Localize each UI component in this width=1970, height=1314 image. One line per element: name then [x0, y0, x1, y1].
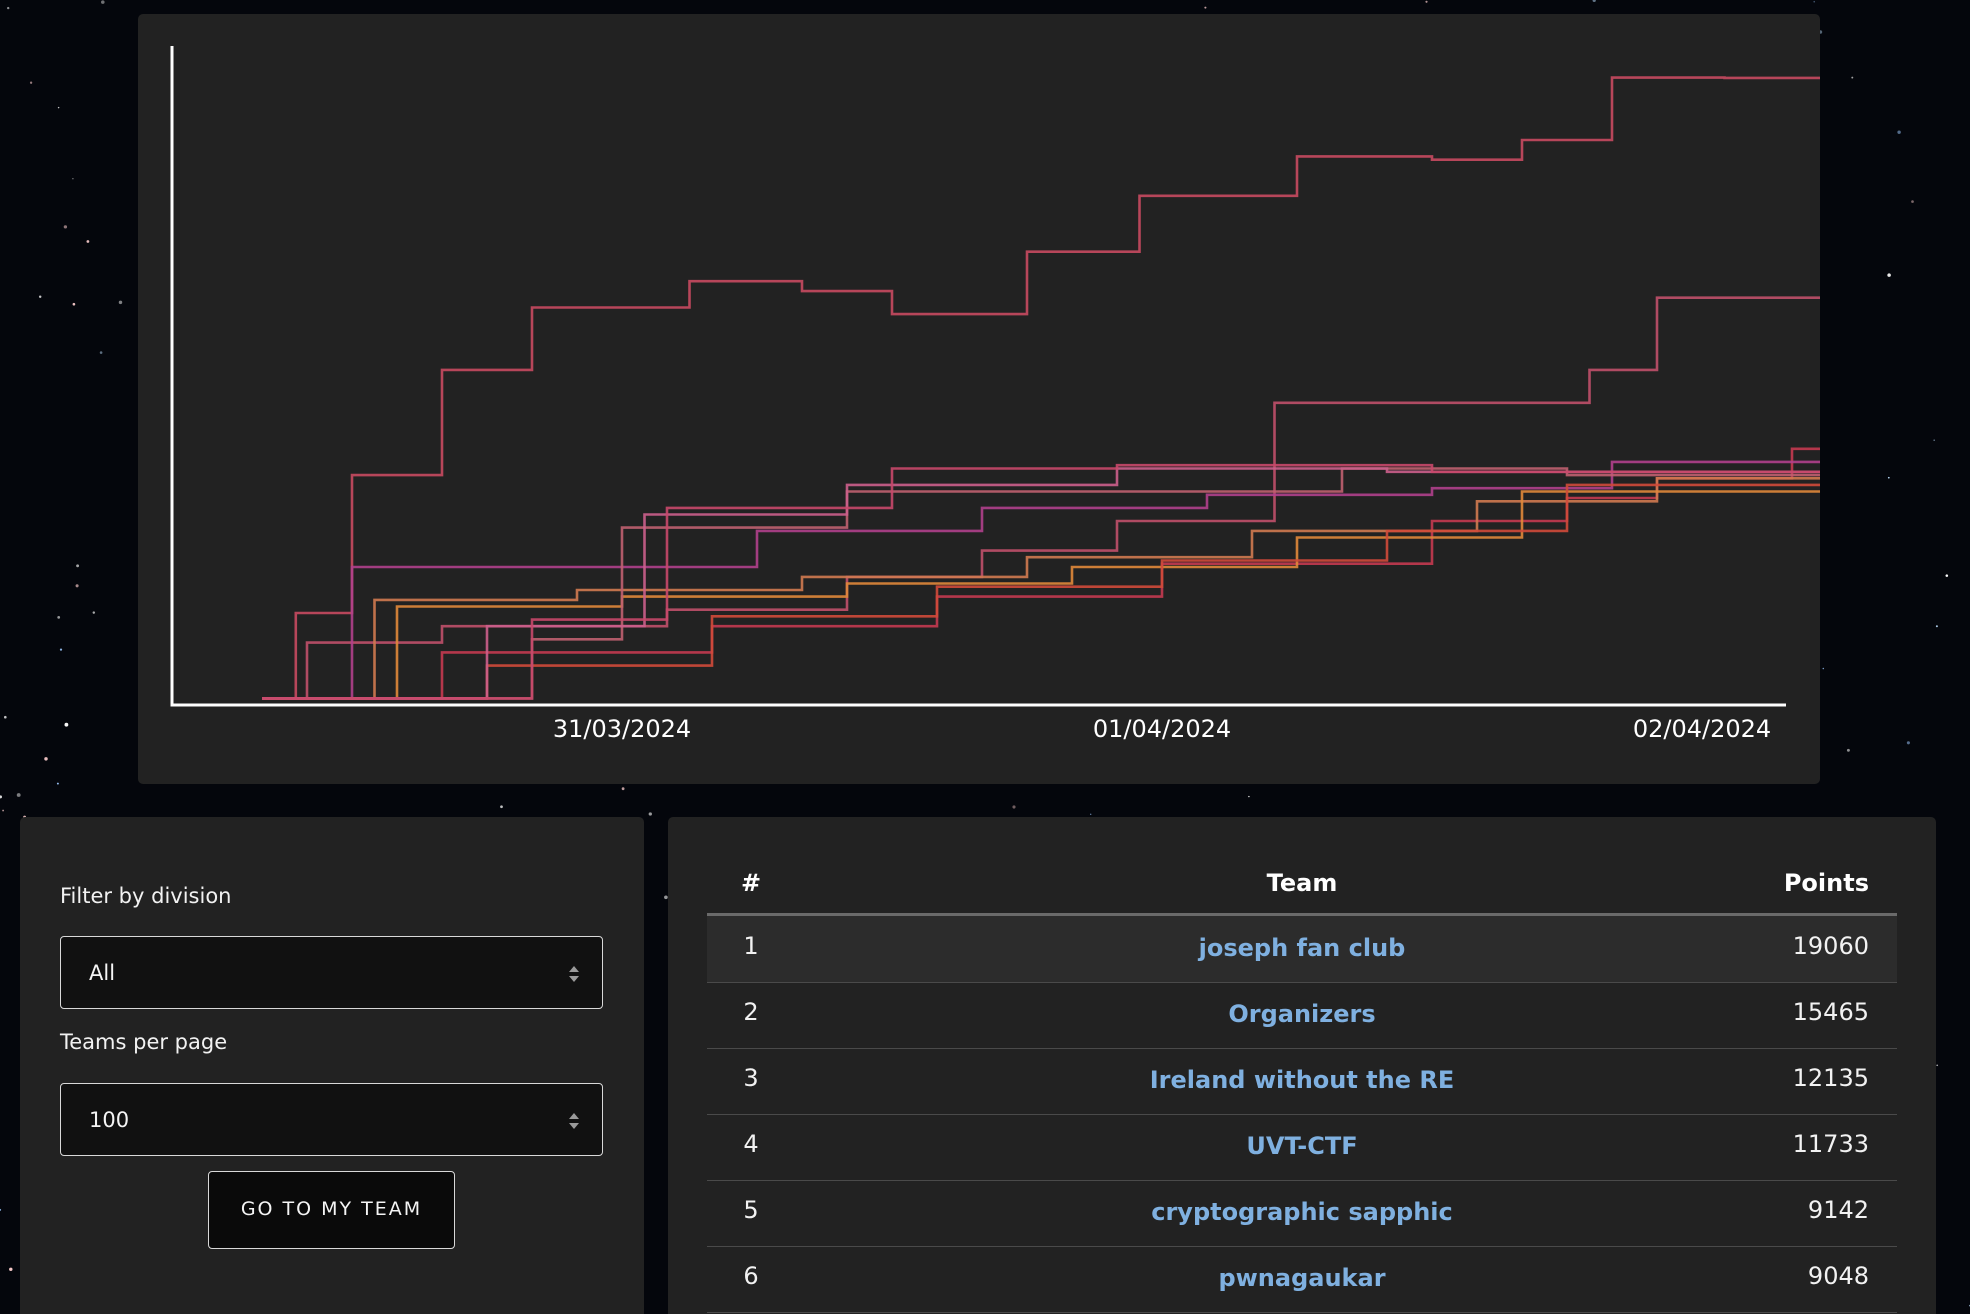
team-rank: 2: [743, 998, 759, 1026]
series-line: [262, 483, 1820, 700]
teams-per-page-label: Teams per page: [60, 1030, 228, 1054]
team-rank: 3: [743, 1064, 759, 1092]
star: [1935, 625, 1938, 628]
x-tick-label: 01/04/2024: [1093, 715, 1231, 743]
team-points: 15465: [1792, 998, 1869, 1026]
star: [1846, 748, 1850, 752]
table-row: 5 cryptographic sapphic 9142: [707, 1180, 1897, 1247]
select-arrows-icon: [569, 966, 579, 982]
star: [1933, 439, 1936, 442]
star: [1813, 0, 1815, 3]
star: [57, 106, 60, 109]
division-select[interactable]: All: [60, 936, 603, 1009]
table-row: 2 Organizers 15465: [707, 982, 1897, 1049]
points-column-header: Points: [1783, 869, 1869, 897]
star: [4, 715, 7, 719]
team-points: 11733: [1792, 1130, 1869, 1158]
star: [0, 1208, 2, 1211]
series-line: [262, 477, 1820, 700]
star: [1248, 795, 1250, 798]
star: [1822, 667, 1825, 670]
star: [72, 177, 74, 180]
star: [86, 240, 90, 243]
go-to-my-team-button[interactable]: GO TO MY TEAM: [208, 1171, 455, 1249]
star: [92, 611, 96, 614]
star: [1204, 6, 1207, 9]
team-points: 9142: [1807, 1196, 1869, 1224]
star: [57, 616, 61, 619]
score-graph-panel: 31/03/2024 01/04/2024 02/04/2024: [138, 14, 1820, 784]
star: [56, 782, 59, 785]
team-column-header: Team: [1266, 869, 1338, 897]
star: [1592, 0, 1596, 3]
table-row: 3 Ireland without the RE 12135: [707, 1048, 1897, 1115]
star: [29, 81, 33, 84]
series-line: [262, 460, 1820, 700]
star: [72, 302, 76, 306]
star: [1887, 273, 1891, 277]
star: [1945, 574, 1949, 577]
rank-column-header: #: [740, 869, 762, 897]
star: [2, 809, 5, 812]
star: [1425, 0, 1428, 3]
star: [1897, 130, 1901, 134]
star: [1012, 805, 1016, 809]
table-row: 1 joseph fan club 19060: [707, 916, 1897, 983]
team-points: 12135: [1792, 1064, 1869, 1092]
star: [500, 805, 503, 809]
star: [1887, 476, 1890, 479]
star: [1936, 1064, 1939, 1067]
star: [16, 793, 21, 797]
star: [1851, 76, 1854, 79]
star: [118, 300, 123, 305]
star: [59, 648, 63, 651]
star: [0, 795, 2, 799]
series-line: [262, 296, 1820, 700]
star: [76, 564, 80, 568]
teams-per-page-value: 100: [89, 1108, 130, 1132]
filter-panel: Filter by division All Teams per page 10…: [20, 817, 644, 1314]
star: [1906, 741, 1910, 745]
team-rank: 1: [743, 932, 759, 960]
select-arrows-icon: [569, 1113, 579, 1129]
star: [99, 351, 103, 354]
team-rank: 5: [743, 1196, 759, 1224]
teams-per-page-select[interactable]: 100: [60, 1083, 603, 1156]
team-rank: 6: [743, 1262, 759, 1290]
team-points: 19060: [1792, 932, 1869, 960]
star: [63, 225, 68, 229]
star: [75, 584, 79, 588]
team-name-link[interactable]: Organizers: [947, 1000, 1657, 1028]
star: [64, 722, 69, 727]
star: [44, 757, 48, 761]
x-tick-label: 31/03/2024: [553, 715, 691, 743]
star: [101, 0, 105, 4]
star: [1911, 200, 1914, 203]
star: [7, 6, 10, 10]
team-name-link[interactable]: Ireland without the RE: [947, 1066, 1657, 1094]
star: [38, 295, 42, 299]
star: [9, 1267, 13, 1272]
score-chart: 31/03/2024 01/04/2024 02/04/2024: [170, 46, 1820, 743]
star: [648, 812, 652, 816]
x-tick-label: 02/04/2024: [1633, 715, 1771, 743]
team-name-link[interactable]: joseph fan club: [947, 934, 1657, 962]
scoreboard-table-panel: # Team Points 1 joseph fan club 19060 2 …: [668, 817, 1936, 1314]
table-row: 6 pwnagaukar 9048: [707, 1246, 1897, 1313]
table-row: 4 UVT-CTF 11733: [707, 1114, 1897, 1181]
star: [621, 787, 625, 791]
division-filter-label: Filter by division: [60, 884, 232, 908]
team-points: 9048: [1807, 1262, 1869, 1290]
team-rank: 4: [743, 1130, 759, 1158]
division-select-value: All: [89, 961, 116, 985]
star: [1090, 813, 1092, 815]
team-name-link[interactable]: UVT-CTF: [947, 1132, 1657, 1160]
scoreboard-table-header: # Team Points: [707, 857, 1897, 916]
team-name-link[interactable]: pwnagaukar: [947, 1264, 1657, 1292]
team-name-link[interactable]: cryptographic sapphic: [947, 1198, 1657, 1226]
